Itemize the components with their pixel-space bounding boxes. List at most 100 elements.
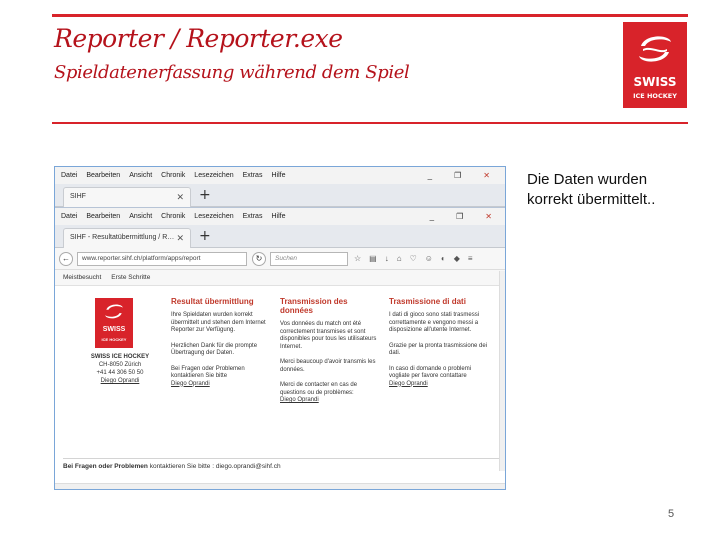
- menu-item-history[interactable]: Chronik: [161, 213, 185, 220]
- column-german: Resultat übermittlung Ihre Spieldaten wu…: [171, 297, 273, 388]
- browser-screenshot: Datei Bearbeiten Ansicht Chronik Lesezei…: [54, 166, 506, 490]
- menu-item-help[interactable]: Hilfe: [271, 172, 285, 179]
- contact-link[interactable]: Diego Oprandi: [171, 381, 273, 389]
- tab-sihf[interactable]: SIHF ✕: [63, 187, 191, 207]
- menu-item-edit[interactable]: Bearbeiten: [86, 172, 120, 179]
- pocket-icon[interactable]: ♡: [410, 254, 417, 263]
- new-tab-button[interactable]: +: [199, 228, 211, 244]
- vertical-scrollbar[interactable]: [499, 271, 505, 471]
- top-divider: [52, 14, 688, 17]
- tab-bar: SIHF - Resultatübermittlung / R… ✕ +: [55, 225, 505, 248]
- address-contact-link[interactable]: Diego Oprandi: [75, 377, 165, 385]
- status-note: Die Daten wurden korrekt übermittelt..: [527, 170, 655, 210]
- menu-item-tools[interactable]: Extras: [243, 213, 263, 220]
- column-heading: Resultat übermittlung: [171, 297, 254, 306]
- bookmark-getting-started[interactable]: Erste Schritte: [111, 274, 150, 281]
- download-icon[interactable]: ↓: [385, 254, 389, 263]
- bookmarks-toolbar: Meistbesucht Erste Schritte: [55, 270, 505, 286]
- logo-text-swiss: SWISS: [633, 75, 677, 89]
- menu-bar: Datei Bearbeiten Ansicht Chronik Lesezei…: [55, 167, 505, 184]
- bottom-divider: [52, 122, 688, 124]
- swoosh-icon: [105, 304, 123, 319]
- navigation-bar: ← www.reporter.sihf.ch/platform/apps/rep…: [55, 248, 505, 270]
- swoosh-icon: [639, 36, 671, 62]
- bookmark-most-visited[interactable]: Meistbesucht: [63, 274, 101, 281]
- menu-item-tools[interactable]: Extras: [243, 172, 263, 179]
- chat-icon[interactable]: ☺: [425, 254, 433, 263]
- address-org: SWISS ICE HOCKEY: [90, 354, 150, 360]
- search-input[interactable]: Suchen: [270, 251, 348, 266]
- tab-close-icon[interactable]: ✕: [176, 192, 184, 203]
- logo-text-ice-hockey: ICE HOCKEY: [101, 337, 127, 342]
- column-text: In caso di domande o problemi vogliate p…: [389, 365, 472, 380]
- minimize-icon[interactable]: _: [428, 171, 432, 180]
- tab-resultat[interactable]: SIHF - Resultatübermittlung / R… ✕: [63, 228, 191, 248]
- tab-label: SIHF - Resultatübermittlung / R…: [70, 234, 175, 241]
- column-french: Transmission des données Vos données du …: [280, 297, 382, 405]
- extension-icon[interactable]: ◆: [454, 254, 460, 263]
- address-city: CH-8050 Zürich: [98, 362, 142, 368]
- logo-text-ice-hockey: ICE HOCKEY: [633, 92, 677, 100]
- new-tab-button[interactable]: +: [199, 187, 211, 203]
- tab-bar: SIHF ✕ +: [55, 184, 505, 207]
- reader-icon[interactable]: ◐: [441, 254, 446, 263]
- column-text: I dati di gioco sono stati trasmessi cor…: [389, 312, 480, 333]
- browser-window-front: Datei Bearbeiten Ansicht Chronik Lesezei…: [55, 207, 505, 489]
- column-text: Herzlichen Dank für die prompte Übertrag…: [171, 342, 258, 357]
- close-icon[interactable]: ✕: [483, 171, 490, 180]
- toolbar-icons: ☆ ▤ ↓ ⌂ ♡ ☺ ◐ ◆ ≡: [354, 254, 473, 263]
- page-number: 5: [668, 508, 675, 520]
- menu-item-file[interactable]: Datei: [61, 213, 77, 220]
- slide-subtitle: Spieldatenerfassung während dem Spiel: [54, 62, 410, 83]
- window-controls: _ ❐ ✕: [428, 171, 499, 180]
- menu-item-edit[interactable]: Bearbeiten: [86, 213, 120, 220]
- slide: Reporter / Reporter.exe Spieldatenerfass…: [0, 0, 720, 540]
- swiss-ice-hockey-logo: SWISS ICE HOCKEY: [623, 22, 687, 108]
- restore-icon[interactable]: ❐: [454, 171, 461, 180]
- menu-item-file[interactable]: Datei: [61, 172, 77, 179]
- minimize-icon[interactable]: _: [430, 212, 434, 221]
- address-phone: +41 44 306 50 50: [96, 370, 144, 376]
- column-text: Merci beaucoup d'avoir transmis les donn…: [280, 359, 376, 373]
- page-content: SWISS ICE HOCKEY SWISS ICE HOCKEY CH-805…: [55, 286, 505, 466]
- menu-item-view[interactable]: Ansicht: [129, 172, 152, 179]
- close-icon[interactable]: ✕: [485, 212, 492, 221]
- window-controls: _ ❐ ✕: [430, 212, 501, 221]
- menu-bar: Datei Bearbeiten Ansicht Chronik Lesezei…: [55, 208, 505, 225]
- column-text: Vos données du match ont été correctemen…: [280, 321, 377, 350]
- column-text: Grazie per la pronta trasmissione dei da…: [389, 342, 488, 357]
- menu-item-view[interactable]: Ansicht: [129, 213, 152, 220]
- column-text: Merci de contacter en cas de questions o…: [280, 382, 358, 396]
- menu-item-bookmarks[interactable]: Lesezeichen: [194, 213, 233, 220]
- footer-bold-text: Bei Fragen oder Problemen: [63, 463, 148, 470]
- url-bar[interactable]: www.reporter.sihf.ch/platform/apps/repor…: [77, 251, 247, 266]
- column-italian: Trasmissione di dati I dati di gioco son…: [389, 297, 491, 388]
- column-text: Bei Fragen oder Problemen kontaktieren S…: [171, 365, 245, 380]
- menu-icon[interactable]: ≡: [468, 254, 473, 263]
- page-logo: SWISS ICE HOCKEY: [95, 298, 133, 348]
- note-line-2: korrekt übermittelt..: [527, 191, 656, 208]
- restore-icon[interactable]: ❐: [456, 212, 463, 221]
- column-heading: Trasmissione di dati: [389, 297, 466, 306]
- footer-text: kontaktieren Sie bitte : diego.oprandi@s…: [149, 463, 281, 470]
- menu-item-bookmarks[interactable]: Lesezeichen: [194, 172, 233, 179]
- slide-title: Reporter / Reporter.exe: [54, 24, 343, 53]
- column-heading: Transmission des données: [280, 297, 348, 315]
- menu-item-history[interactable]: Chronik: [161, 172, 185, 179]
- home-icon[interactable]: ⌂: [397, 254, 402, 263]
- contact-link[interactable]: Diego Oprandi: [389, 381, 491, 389]
- star-icon[interactable]: ☆: [354, 254, 361, 263]
- address-block: SWISS ICE HOCKEY CH-8050 Zürich +41 44 3…: [75, 353, 165, 385]
- reload-icon[interactable]: ↻: [252, 251, 266, 266]
- horizontal-scrollbar[interactable]: [55, 483, 505, 489]
- note-line-1: Die Daten wurden: [527, 171, 648, 188]
- menu-item-help[interactable]: Hilfe: [271, 213, 285, 220]
- logo-text-swiss: SWISS: [102, 326, 126, 333]
- contact-link[interactable]: Diego Oprandi: [280, 397, 382, 405]
- bookmarks-icon[interactable]: ▤: [369, 254, 377, 263]
- tab-close-icon[interactable]: ✕: [176, 233, 184, 244]
- page-footer: Bei Fragen oder Problemen kontaktieren S…: [63, 458, 499, 470]
- column-text: Ihre Spieldaten wurden korrekt übermitte…: [171, 312, 266, 333]
- tab-label: SIHF: [70, 193, 86, 200]
- back-icon[interactable]: ←: [59, 251, 73, 266]
